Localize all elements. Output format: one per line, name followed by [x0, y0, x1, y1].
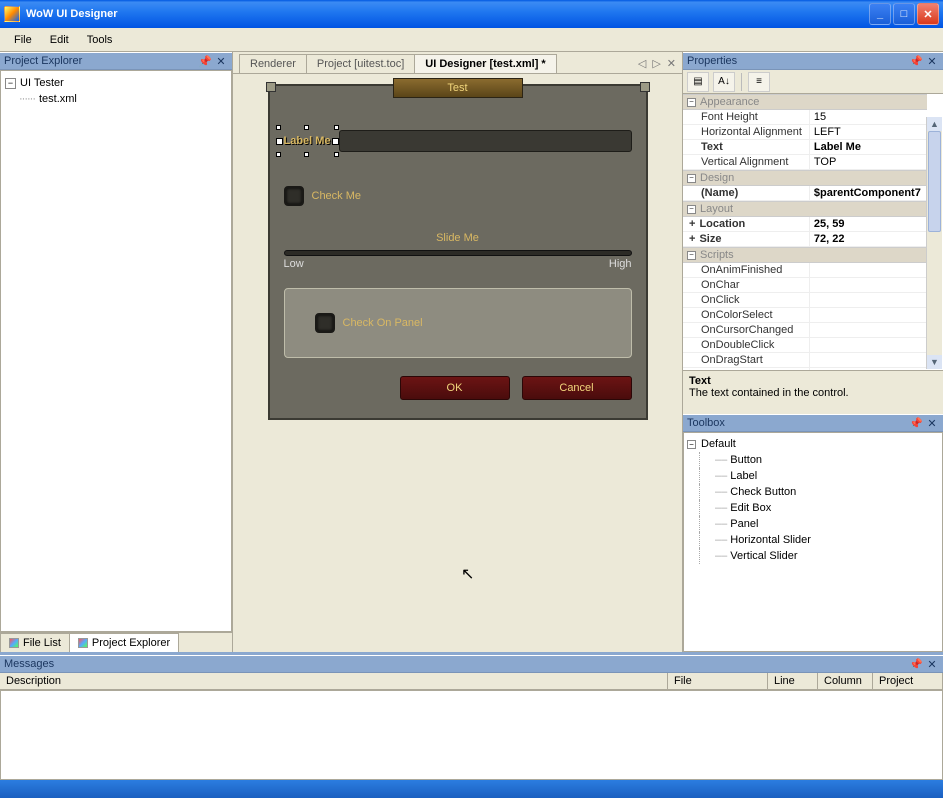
toolbox-item-check-button[interactable]: ––Check Button: [687, 484, 939, 500]
project-explorer-title: Project Explorer: [4, 55, 196, 67]
properties-scrollbar[interactable]: ▲ ▼: [926, 117, 942, 369]
tab-file-list[interactable]: File List: [0, 633, 70, 652]
toolbox-tree[interactable]: − Default ––Button ––Label ––Check Butto…: [684, 433, 942, 567]
col-file[interactable]: File: [668, 673, 768, 689]
col-project[interactable]: Project: [873, 673, 943, 689]
tree-collapse-icon[interactable]: −: [5, 78, 16, 89]
file-list-icon: [9, 638, 19, 648]
menu-tools[interactable]: Tools: [79, 31, 121, 49]
messages-columns: Description File Line Column Project: [0, 673, 943, 690]
toolbox-item-label[interactable]: ––Label: [687, 468, 939, 484]
panel-element[interactable]: Check On Panel: [284, 288, 632, 358]
menubar: File Edit Tools: [0, 28, 943, 52]
window-titlebar: WoW UI Designer _ □ ✕: [0, 0, 943, 28]
project-tree[interactable]: − UI Tester ······ test.xml: [1, 71, 231, 111]
scroll-up-icon[interactable]: ▲: [927, 117, 942, 131]
properties-title: Properties: [687, 55, 907, 67]
cursor-icon: ↖: [461, 564, 474, 584]
messages-header: Messages 📌 ✕: [0, 655, 943, 673]
designed-frame[interactable]: Test Label Me Check Me Slide Me: [268, 84, 648, 420]
document-tabs: Renderer Project [uitest.toc] UI Designe…: [233, 52, 682, 74]
tree-branch-icon: ······: [19, 93, 35, 105]
toolbox-item-edit-box[interactable]: ––Edit Box: [687, 500, 939, 516]
cancel-button[interactable]: Cancel: [522, 376, 632, 400]
statusbar: [0, 780, 943, 798]
pin-icon[interactable]: 📌: [909, 657, 923, 671]
slider-element[interactable]: [284, 250, 632, 256]
pin-icon[interactable]: 📌: [909, 416, 923, 430]
app-icon: [4, 6, 20, 22]
pin-icon[interactable]: 📌: [909, 54, 923, 68]
tab-renderer[interactable]: Renderer: [239, 54, 307, 73]
toolbox-category[interactable]: Default: [701, 438, 736, 450]
slider-high-label: High: [609, 258, 632, 270]
tab-ui-designer[interactable]: UI Designer [test.xml] *: [414, 54, 556, 73]
panel-checkbox-label: Check On Panel: [343, 317, 423, 329]
col-column[interactable]: Column: [818, 673, 873, 689]
toolbox-item-button[interactable]: ––Button: [687, 452, 939, 468]
properties-header: Properties 📌 ✕: [683, 52, 943, 70]
minimize-button[interactable]: _: [869, 3, 891, 25]
project-explorer-icon: [78, 638, 88, 648]
alphabetical-icon[interactable]: A↓: [713, 72, 735, 92]
tab-next-icon[interactable]: ▷: [652, 57, 660, 70]
category-scripts[interactable]: −Scripts: [683, 247, 927, 263]
design-canvas[interactable]: Test Label Me Check Me Slide Me: [233, 74, 682, 652]
property-grid[interactable]: −Appearance Font Height15 Horizontal Ali…: [683, 94, 943, 370]
editbox-element[interactable]: [339, 130, 632, 152]
label-element[interactable]: Label Me: [284, 135, 331, 147]
panel-checkbox[interactable]: [315, 313, 335, 333]
messages-list[interactable]: [0, 690, 943, 780]
category-design[interactable]: −Design: [683, 170, 927, 186]
properties-toolbar: ▤ A↓ ≡: [683, 70, 943, 94]
category-appearance[interactable]: −Appearance: [683, 94, 927, 110]
close-panel-icon[interactable]: ✕: [925, 416, 939, 430]
col-description[interactable]: Description: [0, 673, 668, 689]
tab-project-explorer[interactable]: Project Explorer: [69, 633, 179, 652]
maximize-button[interactable]: □: [893, 3, 915, 25]
toolbox-item-vertical-slider[interactable]: ––Vertical Slider: [687, 548, 939, 564]
scroll-thumb[interactable]: [928, 131, 941, 232]
toolbox-item-horizontal-slider[interactable]: ––Horizontal Slider: [687, 532, 939, 548]
toolbox-header: Toolbox 📌 ✕: [683, 414, 943, 432]
close-panel-icon[interactable]: ✕: [925, 657, 939, 671]
checkbox-element[interactable]: [284, 186, 304, 206]
category-layout[interactable]: −Layout: [683, 201, 927, 217]
menu-file[interactable]: File: [6, 31, 40, 49]
close-button[interactable]: ✕: [917, 3, 939, 25]
tree-root[interactable]: UI Tester: [20, 77, 64, 89]
properties-icon[interactable]: ≡: [748, 72, 770, 92]
toolbox-title: Toolbox: [687, 417, 907, 429]
close-panel-icon[interactable]: ✕: [925, 54, 939, 68]
pin-icon[interactable]: 📌: [198, 54, 212, 68]
tab-project[interactable]: Project [uitest.toc]: [306, 54, 415, 73]
ok-button[interactable]: OK: [400, 376, 510, 400]
categorized-icon[interactable]: ▤: [687, 72, 709, 92]
checkbox-label: Check Me: [312, 190, 362, 202]
col-line[interactable]: Line: [768, 673, 818, 689]
window-title: WoW UI Designer: [26, 8, 869, 20]
slider-low-label: Low: [284, 258, 304, 270]
close-panel-icon[interactable]: ✕: [214, 54, 228, 68]
scroll-down-icon[interactable]: ▼: [927, 355, 942, 369]
tab-prev-icon[interactable]: ◁: [638, 57, 646, 70]
frame-title[interactable]: Test: [393, 78, 523, 98]
project-explorer-header: Project Explorer 📌 ✕: [0, 52, 232, 70]
messages-title: Messages: [4, 658, 907, 670]
slider-caption: Slide Me: [284, 232, 632, 244]
property-description: Text The text contained in the control.: [683, 370, 943, 414]
tree-collapse-icon[interactable]: −: [687, 440, 696, 449]
tree-file[interactable]: test.xml: [39, 93, 77, 105]
tab-close-icon[interactable]: ✕: [667, 57, 676, 70]
toolbox-item-panel[interactable]: ––Panel: [687, 516, 939, 532]
menu-edit[interactable]: Edit: [42, 31, 77, 49]
